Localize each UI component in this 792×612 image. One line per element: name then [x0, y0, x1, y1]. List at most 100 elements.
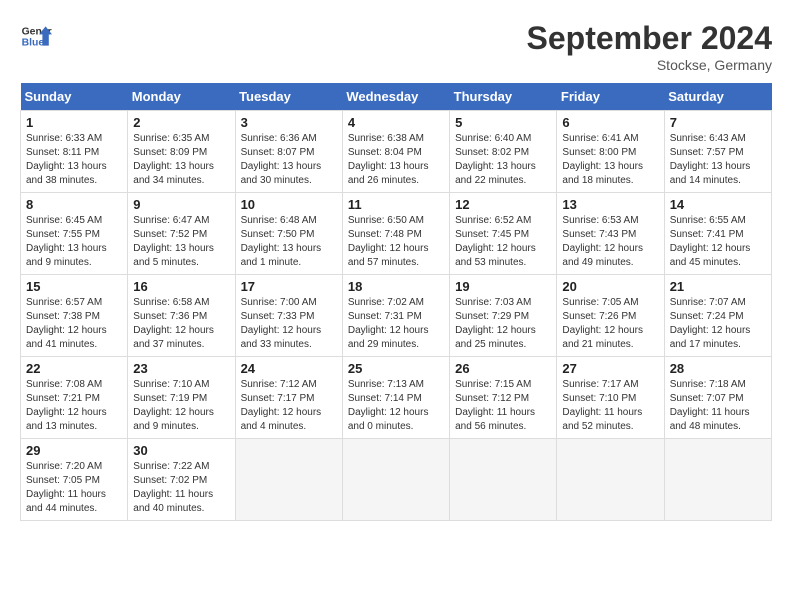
month-year: September 2024 [527, 20, 772, 57]
day-info: Sunrise: 7:12 AM Sunset: 7:17 PM Dayligh… [241, 378, 337, 434]
day-number: 10 [241, 197, 337, 212]
table-row: 25 Sunrise: 7:13 AM Sunset: 7:14 PM Dayli… [342, 357, 449, 439]
day-number: 7 [670, 115, 766, 130]
day-info: Sunrise: 6:45 AM Sunset: 7:55 PM Dayligh… [26, 214, 122, 270]
day-number: 21 [670, 279, 766, 294]
day-info: Sunrise: 6:58 AM Sunset: 7:36 PM Dayligh… [133, 296, 229, 352]
table-row: 15 Sunrise: 6:57 AM Sunset: 7:38 PM Dayli… [21, 275, 128, 357]
day-info: Sunrise: 6:36 AM Sunset: 8:07 PM Dayligh… [241, 132, 337, 188]
col-tuesday: Tuesday [235, 83, 342, 111]
table-row [664, 439, 771, 521]
col-saturday: Saturday [664, 83, 771, 111]
day-info: Sunrise: 7:18 AM Sunset: 7:07 PM Dayligh… [670, 378, 766, 434]
table-row: 7 Sunrise: 6:43 AM Sunset: 7:57 PM Daylig… [664, 111, 771, 193]
table-row: 28Sunrise: 7:18 AM Sunset: 7:07 PM Dayli… [664, 357, 771, 439]
day-number: 29 [26, 443, 122, 458]
table-row: 6Sunrise: 6:41 AM Sunset: 8:00 PM Daylig… [557, 111, 664, 193]
day-info: Sunrise: 6:48 AM Sunset: 7:50 PM Dayligh… [241, 214, 337, 270]
day-number: 12 [455, 197, 551, 212]
day-number: 3 [241, 115, 337, 130]
table-row: 3 Sunrise: 6:36 AM Sunset: 8:07 PM Daylig… [235, 111, 342, 193]
day-info: Sunrise: 7:05 AM Sunset: 7:26 PM Dayligh… [562, 296, 658, 352]
day-info: Sunrise: 7:03 AM Sunset: 7:29 PM Dayligh… [455, 296, 551, 352]
table-row: 12 Sunrise: 6:52 AM Sunset: 7:45 PM Dayli… [450, 193, 557, 275]
table-row: 26 Sunrise: 7:15 AM Sunset: 7:12 PM Dayli… [450, 357, 557, 439]
col-thursday: Thursday [450, 83, 557, 111]
table-row [450, 439, 557, 521]
table-row: 8 Sunrise: 6:45 AM Sunset: 7:55 PM Daylig… [21, 193, 128, 275]
day-info: Sunrise: 7:22 AM Sunset: 7:02 PM Dayligh… [133, 460, 229, 516]
day-info: Sunrise: 7:00 AM Sunset: 7:33 PM Dayligh… [241, 296, 337, 352]
table-row: 9 Sunrise: 6:47 AM Sunset: 7:52 PM Daylig… [128, 193, 235, 275]
day-info: Sunrise: 7:13 AM Sunset: 7:14 PM Dayligh… [348, 378, 444, 434]
logo: General Blue [20, 20, 52, 52]
col-sunday: Sunday [21, 83, 128, 111]
table-row: 1 Sunrise: 6:33 AM Sunset: 8:11 PM Daylig… [21, 111, 128, 193]
day-info: Sunrise: 7:02 AM Sunset: 7:31 PM Dayligh… [348, 296, 444, 352]
day-info: Sunrise: 7:17 AM Sunset: 7:10 PM Dayligh… [562, 378, 658, 434]
day-info: Sunrise: 6:35 AM Sunset: 8:09 PM Dayligh… [133, 132, 229, 188]
day-number: 24 [241, 361, 337, 376]
day-number: 9 [133, 197, 229, 212]
day-number: 14 [670, 197, 766, 212]
day-info: Sunrise: 6:40 AM Sunset: 8:02 PM Dayligh… [455, 132, 551, 188]
table-row: 29 Sunrise: 7:20 AM Sunset: 7:05 PM Dayli… [21, 439, 128, 521]
calendar-table: Sunday Monday Tuesday Wednesday Thursday… [20, 83, 772, 521]
table-row: 22 Sunrise: 7:08 AM Sunset: 7:21 PM Dayli… [21, 357, 128, 439]
day-number: 4 [348, 115, 444, 130]
page-header: General Blue September 2024 Stockse, Ger… [20, 20, 772, 73]
day-info: Sunrise: 7:08 AM Sunset: 7:21 PM Dayligh… [26, 378, 122, 434]
day-info: Sunrise: 6:53 AM Sunset: 7:43 PM Dayligh… [562, 214, 658, 270]
day-info: Sunrise: 6:43 AM Sunset: 7:57 PM Dayligh… [670, 132, 766, 188]
day-number: 11 [348, 197, 444, 212]
day-number: 27 [562, 361, 658, 376]
day-info: Sunrise: 7:15 AM Sunset: 7:12 PM Dayligh… [455, 378, 551, 434]
table-row: 5 Sunrise: 6:40 AM Sunset: 8:02 PM Daylig… [450, 111, 557, 193]
table-row: 27 Sunrise: 7:17 AM Sunset: 7:10 PM Dayli… [557, 357, 664, 439]
day-number: 16 [133, 279, 229, 294]
table-row: 20 Sunrise: 7:05 AM Sunset: 7:26 PM Dayli… [557, 275, 664, 357]
day-info: Sunrise: 6:52 AM Sunset: 7:45 PM Dayligh… [455, 214, 551, 270]
table-row [557, 439, 664, 521]
table-row: 10 Sunrise: 6:48 AM Sunset: 7:50 PM Dayli… [235, 193, 342, 275]
table-row: 11 Sunrise: 6:50 AM Sunset: 7:48 PM Dayli… [342, 193, 449, 275]
day-number: 13 [562, 197, 658, 212]
day-info: Sunrise: 6:50 AM Sunset: 7:48 PM Dayligh… [348, 214, 444, 270]
day-info: Sunrise: 6:38 AM Sunset: 8:04 PM Dayligh… [348, 132, 444, 188]
day-number: 5 [455, 115, 551, 130]
day-info: Sunrise: 7:20 AM Sunset: 7:05 PM Dayligh… [26, 460, 122, 516]
col-friday: Friday [557, 83, 664, 111]
table-row: 16 Sunrise: 6:58 AM Sunset: 7:36 PM Dayli… [128, 275, 235, 357]
day-number: 23 [133, 361, 229, 376]
day-number: 1 [26, 115, 122, 130]
day-info: Sunrise: 6:33 AM Sunset: 8:11 PM Dayligh… [26, 132, 122, 188]
day-number: 19 [455, 279, 551, 294]
day-number: 25 [348, 361, 444, 376]
table-row: 2Sunrise: 6:35 AM Sunset: 8:09 PM Daylig… [128, 111, 235, 193]
table-row: 13 Sunrise: 6:53 AM Sunset: 7:43 PM Dayli… [557, 193, 664, 275]
day-number: 22 [26, 361, 122, 376]
table-row: 24 Sunrise: 7:12 AM Sunset: 7:17 PM Dayli… [235, 357, 342, 439]
table-row: 21 Sunrise: 7:07 AM Sunset: 7:24 PM Dayli… [664, 275, 771, 357]
day-info: Sunrise: 6:57 AM Sunset: 7:38 PM Dayligh… [26, 296, 122, 352]
day-number: 18 [348, 279, 444, 294]
day-number: 15 [26, 279, 122, 294]
title-block: September 2024 Stockse, Germany [527, 20, 772, 73]
logo-icon: General Blue [20, 20, 52, 52]
day-info: Sunrise: 7:07 AM Sunset: 7:24 PM Dayligh… [670, 296, 766, 352]
table-row: 4 Sunrise: 6:38 AM Sunset: 8:04 PM Daylig… [342, 111, 449, 193]
day-number: 26 [455, 361, 551, 376]
svg-text:Blue: Blue [22, 38, 45, 49]
day-info: Sunrise: 6:55 AM Sunset: 7:41 PM Dayligh… [670, 214, 766, 270]
table-row: 14 Sunrise: 6:55 AM Sunset: 7:41 PM Dayli… [664, 193, 771, 275]
day-number: 30 [133, 443, 229, 458]
col-wednesday: Wednesday [342, 83, 449, 111]
table-row: 18 Sunrise: 7:02 AM Sunset: 7:31 PM Dayli… [342, 275, 449, 357]
table-row [235, 439, 342, 521]
day-number: 17 [241, 279, 337, 294]
day-number: 20 [562, 279, 658, 294]
col-monday: Monday [128, 83, 235, 111]
table-row: 30 Sunrise: 7:22 AM Sunset: 7:02 PM Dayli… [128, 439, 235, 521]
day-number: 8 [26, 197, 122, 212]
day-info: Sunrise: 6:47 AM Sunset: 7:52 PM Dayligh… [133, 214, 229, 270]
